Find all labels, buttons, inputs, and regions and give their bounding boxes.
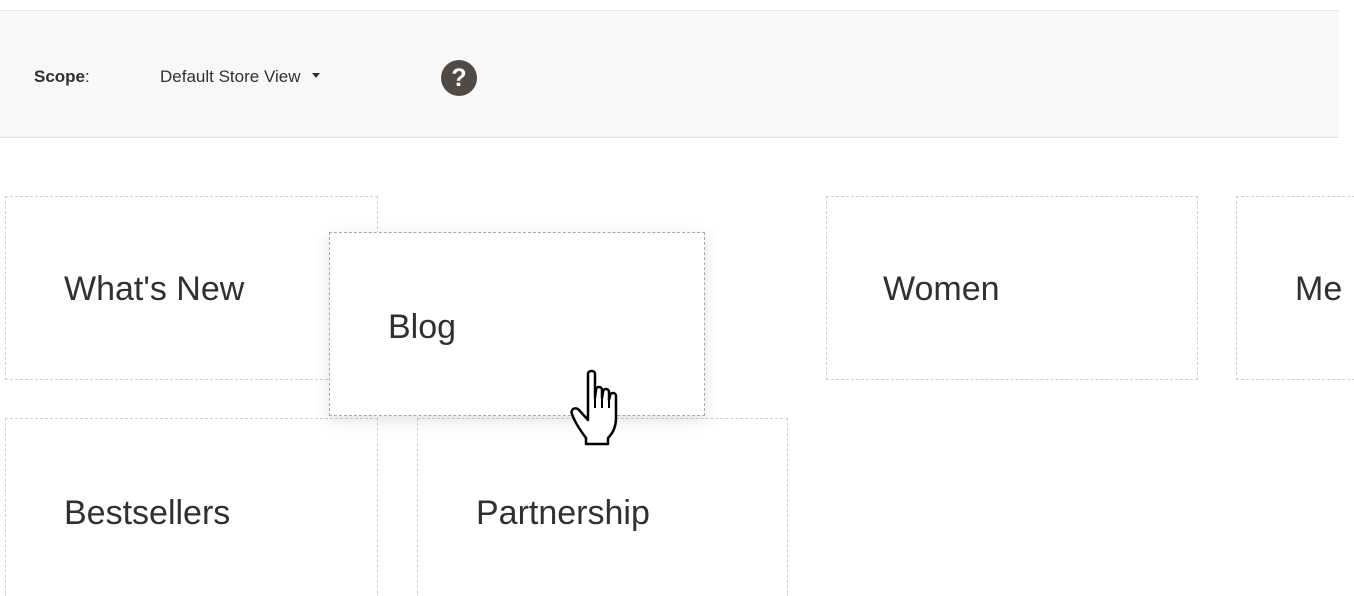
scope-selected-value: Default Store View — [160, 67, 301, 86]
menu-item-women[interactable]: Women — [826, 196, 1198, 380]
menu-item-label: Me — [1295, 270, 1343, 308]
menu-item-whats-new[interactable]: What's New — [5, 196, 378, 380]
menu-item-label: Blog — [388, 308, 457, 346]
menu-item-blog-dragging[interactable]: Blog — [329, 232, 705, 416]
scope-label: Scope: — [34, 67, 90, 87]
scope-label-colon: : — [85, 67, 90, 86]
menu-item-label: What's New — [64, 270, 245, 308]
menu-item-label: Women — [883, 270, 1000, 308]
scope-label-text: Scope — [34, 67, 86, 86]
menu-item-bestsellers[interactable]: Bestsellers — [5, 418, 378, 596]
menu-item-label: Bestsellers — [64, 494, 231, 532]
question-circle-icon[interactable]: ? — [441, 60, 477, 96]
scope-bar: Scope: Default Store View ? — [0, 10, 1339, 138]
scope-store-view-dropdown[interactable]: Default Store View — [160, 67, 321, 87]
menu-item-men[interactable]: Me — [1236, 196, 1354, 380]
caret-down-icon — [312, 73, 321, 79]
page: Scope: Default Store View ? What's New W… — [0, 0, 1354, 596]
menu-item-label: Partnership — [476, 494, 650, 532]
menu-item-partnership[interactable]: Partnership — [417, 418, 788, 596]
